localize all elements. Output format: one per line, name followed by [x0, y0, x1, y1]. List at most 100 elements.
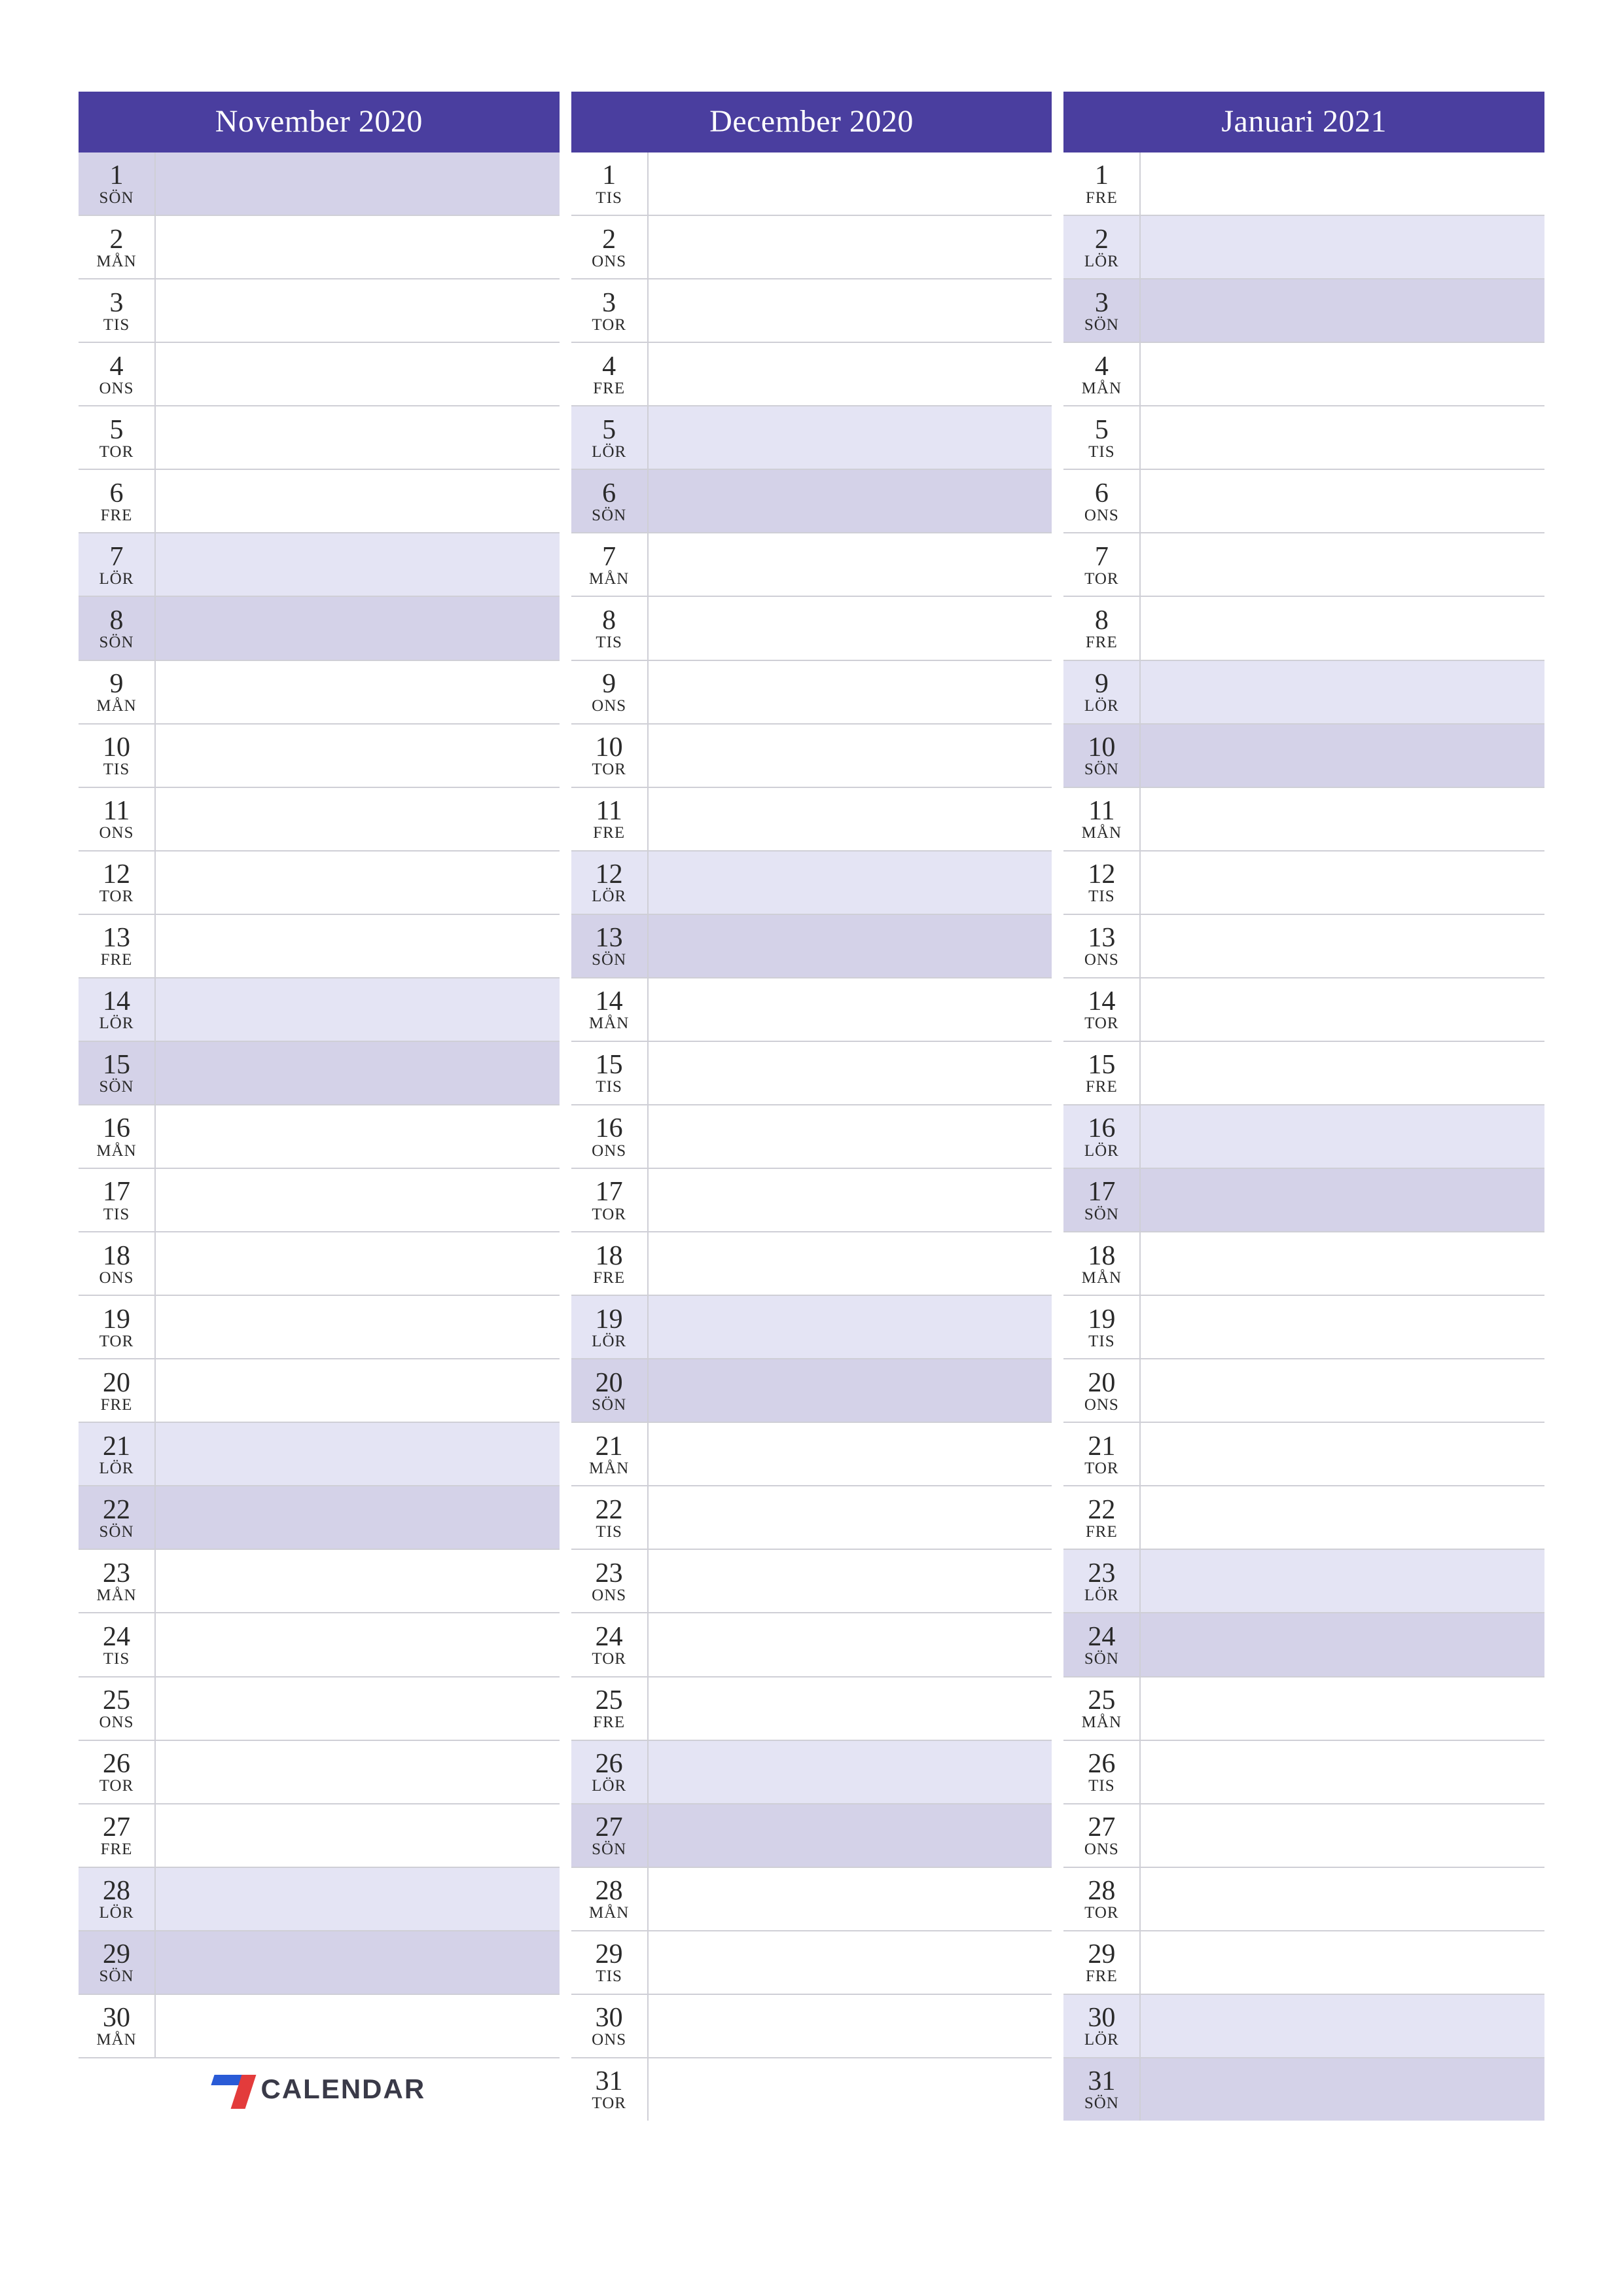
day-number: 9	[1095, 670, 1109, 698]
day-row: 17SÖN	[1063, 1169, 1544, 1232]
day-row: 4MÅN	[1063, 343, 1544, 406]
weekday-abbr: TIS	[596, 189, 622, 207]
weekday-abbr: FRE	[593, 824, 625, 842]
day-note-area	[1139, 1423, 1544, 1485]
day-number: 13	[596, 924, 623, 952]
weekday-abbr: MÅN	[96, 2031, 136, 2049]
day-number: 11	[596, 797, 622, 825]
brand-logo: CALENDAR	[79, 2058, 560, 2121]
weekday-abbr: MÅN	[1082, 1269, 1122, 1287]
day-row: 29FRE	[1063, 1931, 1544, 1995]
day-row: 14TOR	[1063, 978, 1544, 1042]
day-label: 24TOR	[571, 1613, 647, 1676]
day-number: 23	[1088, 1559, 1115, 1588]
day-row: 22FRE	[1063, 1486, 1544, 1550]
day-label: 27FRE	[79, 1804, 154, 1867]
weekday-abbr: MÅN	[1082, 1713, 1122, 1732]
day-row: 9LÖR	[1063, 661, 1544, 725]
weekday-abbr: TOR	[592, 761, 626, 779]
day-row: 26TOR	[79, 1741, 560, 1804]
day-row: 19TIS	[1063, 1296, 1544, 1359]
weekday-abbr: LÖR	[1084, 1142, 1119, 1160]
day-number: 19	[103, 1305, 130, 1334]
day-label: 22FRE	[1063, 1486, 1139, 1549]
day-number: 22	[596, 1496, 623, 1524]
day-label: 25MÅN	[1063, 1677, 1139, 1740]
weekday-abbr: TOR	[1084, 1460, 1119, 1478]
day-row: 29TIS	[571, 1931, 1052, 1995]
day-note-area	[1139, 1613, 1544, 1676]
weekday-abbr: LÖR	[99, 570, 134, 588]
weekday-abbr: FRE	[1086, 634, 1118, 652]
day-row: 11MÅN	[1063, 788, 1544, 852]
day-note-area	[154, 216, 560, 278]
day-number: 11	[1088, 797, 1115, 825]
day-row: 9MÅN	[79, 661, 560, 725]
day-label: 4MÅN	[1063, 343, 1139, 405]
weekday-abbr: SÖN	[592, 1840, 626, 1859]
day-row: 18MÅN	[1063, 1232, 1544, 1296]
day-number: 4	[110, 352, 124, 381]
day-number: 16	[103, 1114, 130, 1143]
day-row: 4ONS	[79, 343, 560, 406]
day-label: 7LÖR	[79, 533, 154, 596]
day-label: 23LÖR	[1063, 1550, 1139, 1612]
day-label: 17TOR	[571, 1169, 647, 1231]
day-number: 5	[1095, 416, 1109, 444]
day-label: 19TOR	[79, 1296, 154, 1358]
day-note-area	[154, 1868, 560, 1930]
day-number: 12	[596, 860, 623, 889]
day-label: 6FRE	[79, 470, 154, 532]
day-number: 22	[103, 1496, 130, 1524]
weekday-abbr: LÖR	[99, 1904, 134, 1922]
day-row: 21MÅN	[571, 1423, 1052, 1486]
day-note-area	[647, 1232, 1052, 1295]
day-note-area	[154, 852, 560, 914]
day-number: 10	[1088, 733, 1115, 762]
weekday-abbr: FRE	[1086, 1078, 1118, 1096]
day-note-area	[647, 1677, 1052, 1740]
day-row: 21TOR	[1063, 1423, 1544, 1486]
day-number: 30	[103, 2003, 130, 2032]
day-number: 28	[596, 1876, 623, 1905]
day-row: 5LÖR	[571, 406, 1052, 470]
day-label: 1FRE	[1063, 152, 1139, 215]
day-note-area	[647, 216, 1052, 278]
day-note-area	[154, 152, 560, 215]
day-note-area	[647, 1868, 1052, 1930]
day-number: 2	[602, 225, 616, 254]
day-note-area	[1139, 1232, 1544, 1295]
day-number: 25	[596, 1686, 623, 1715]
day-note-area	[647, 725, 1052, 787]
weekday-abbr: TIS	[1088, 1333, 1115, 1351]
weekday-abbr: LÖR	[592, 1777, 626, 1795]
day-label: 9LÖR	[1063, 661, 1139, 723]
day-label: 27ONS	[1063, 1804, 1139, 1867]
day-number: 3	[110, 289, 124, 317]
weekday-abbr: SÖN	[592, 1396, 626, 1414]
day-label: 20ONS	[1063, 1359, 1139, 1422]
day-number: 19	[1088, 1305, 1115, 1334]
day-label: 12TIS	[1063, 852, 1139, 914]
weekday-abbr: SÖN	[99, 189, 134, 207]
day-label: 16LÖR	[1063, 1105, 1139, 1168]
day-label: 17SÖN	[1063, 1169, 1139, 1231]
month-column: December 2020 1TIS2ONS3TOR4FRE5LÖR6SÖN7M…	[571, 92, 1052, 2121]
weekday-abbr: LÖR	[1084, 697, 1119, 715]
weekday-abbr: LÖR	[99, 1014, 134, 1033]
day-number: 17	[1088, 1177, 1115, 1206]
day-label: 19LÖR	[571, 1296, 647, 1358]
day-row: 26LÖR	[571, 1741, 1052, 1804]
day-row: 12TOR	[79, 852, 560, 915]
day-note-area	[1139, 597, 1544, 659]
day-row: 19LÖR	[571, 1296, 1052, 1359]
day-label: 4ONS	[79, 343, 154, 405]
day-label: 21TOR	[1063, 1423, 1139, 1485]
weekday-abbr: MÅN	[589, 1904, 629, 1922]
weekday-abbr: ONS	[99, 1269, 134, 1287]
day-note-area	[154, 978, 560, 1041]
day-number: 8	[1095, 606, 1109, 635]
day-label: 6SÖN	[571, 470, 647, 532]
day-note-area	[1139, 152, 1544, 215]
weekday-abbr: SÖN	[1084, 761, 1119, 779]
